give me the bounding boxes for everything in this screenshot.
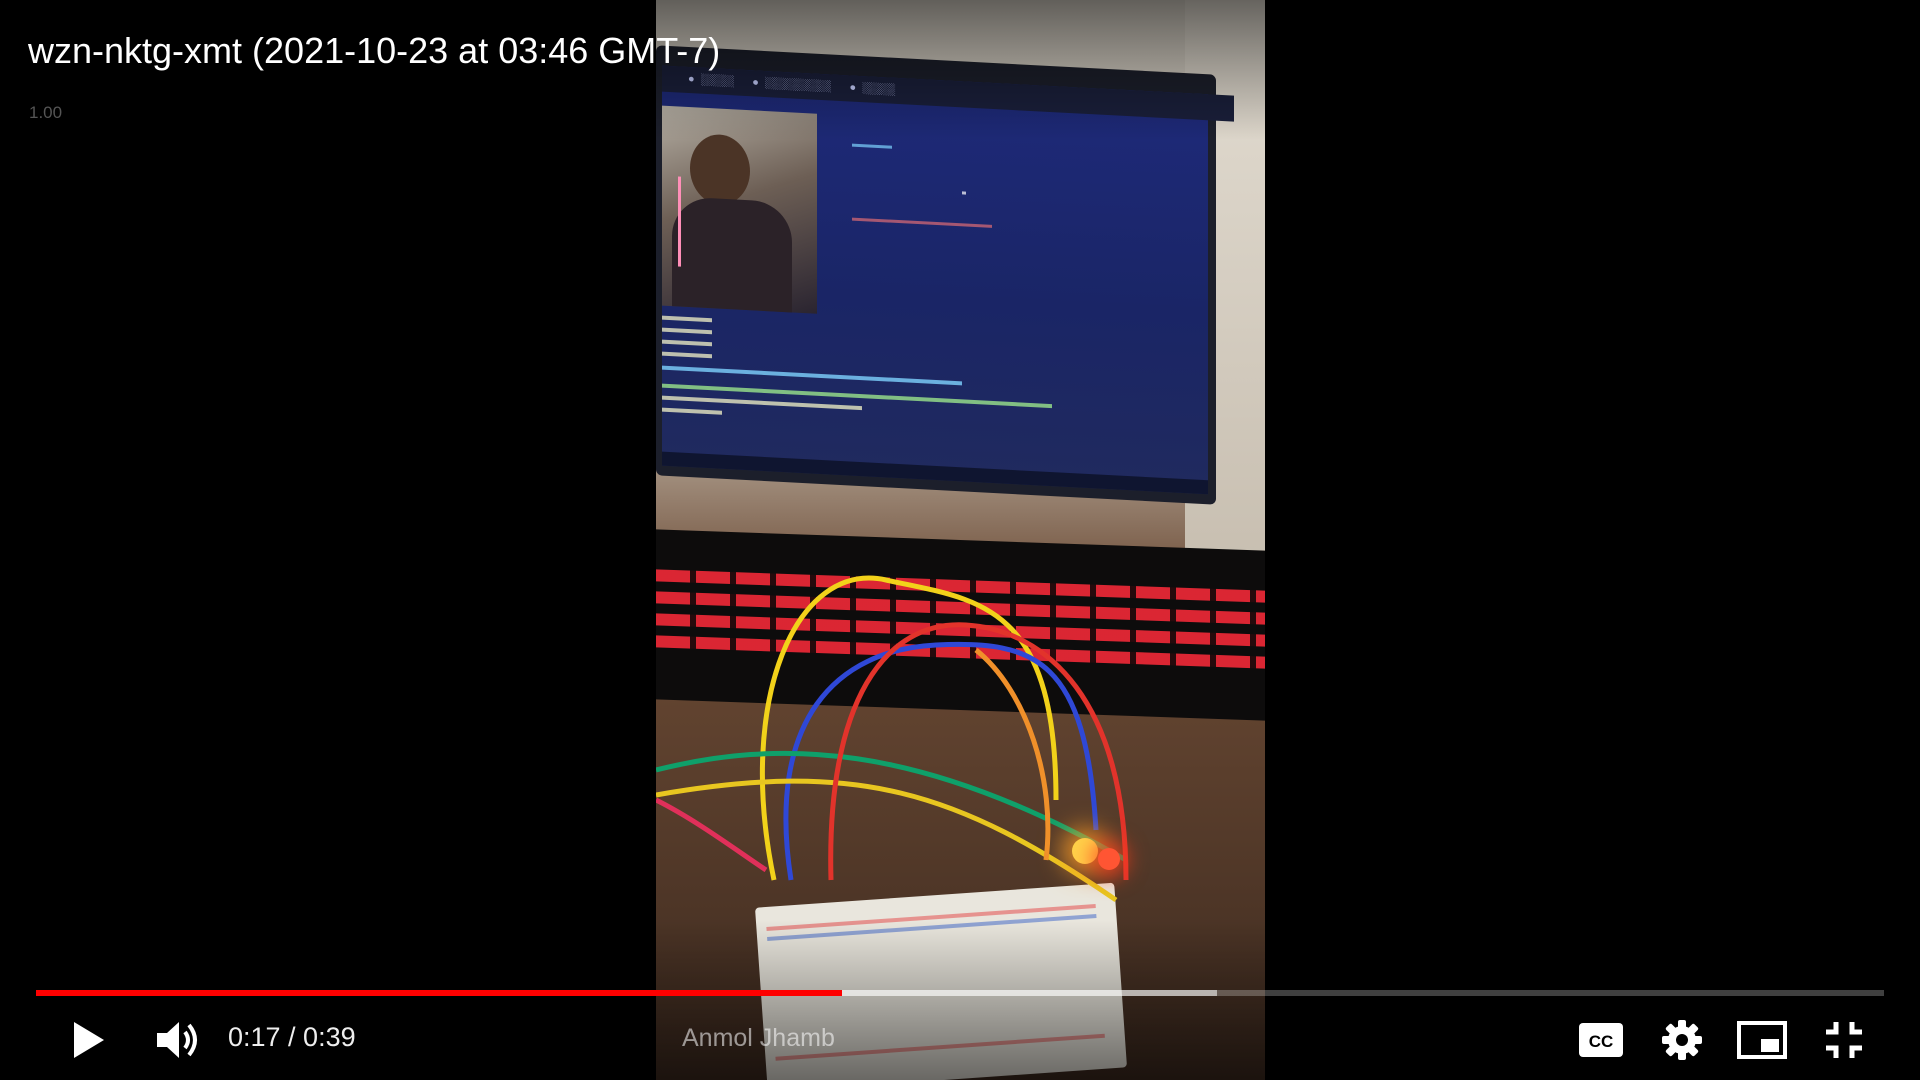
gear-icon: [1662, 1020, 1702, 1060]
volume-icon: [157, 1022, 197, 1058]
svg-text:CC: CC: [1589, 1032, 1614, 1051]
led-red: [1098, 848, 1120, 870]
progress-bar[interactable]: [36, 990, 1884, 996]
video-title[interactable]: wzn-nktg-xmt (2021-10-23 at 03:46 GMT-7): [28, 30, 720, 72]
miniplayer-icon: [1737, 1021, 1787, 1059]
captions-icon: CC: [1579, 1023, 1623, 1057]
jumper-wires: [656, 575, 1129, 903]
video-frame[interactable]: ● ░░░░░● ░░░░░░░░░░● ░░░░░: [656, 0, 1265, 1080]
captions-button[interactable]: CC: [1579, 1023, 1623, 1057]
play-button[interactable]: [70, 1020, 110, 1060]
settings-button[interactable]: [1661, 1019, 1703, 1061]
playback-speed-label: 1.00: [29, 103, 63, 122]
miniplayer-button[interactable]: [1737, 1021, 1787, 1059]
title-overlay: wzn-nktg-xmt (2021-10-23 at 03:46 GMT-7)…: [0, 0, 1920, 140]
volume-button[interactable]: [155, 1018, 203, 1062]
progress-played: [36, 990, 842, 996]
time-display: 0:17 / 0:39: [228, 1022, 356, 1052]
play-icon: [74, 1022, 104, 1058]
controls-gradient: [0, 920, 1920, 1080]
led-yellow: [1072, 838, 1098, 864]
exit-fullscreen-button[interactable]: [1824, 1020, 1864, 1060]
channel-watermark: Anmol Jhamb: [682, 1024, 835, 1052]
exit-fullscreen-icon: [1826, 1022, 1862, 1058]
